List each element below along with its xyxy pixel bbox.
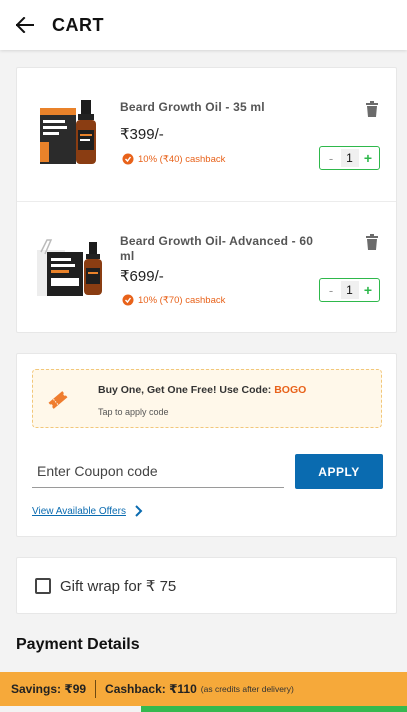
divider	[95, 680, 97, 698]
back-arrow-icon[interactable]	[14, 14, 36, 36]
cashback-info: 10% (₹70) cashback	[122, 294, 225, 306]
gift-wrap-option[interactable]: Gift wrap for ₹ 75	[16, 557, 397, 614]
quantity-value: 1	[340, 149, 359, 167]
payment-details-heading: Payment Details	[16, 636, 140, 653]
increase-quantity-button[interactable]: +	[361, 282, 375, 298]
view-available-offers-link[interactable]: View Available Offers	[32, 505, 144, 517]
product-image	[37, 239, 102, 296]
gift-wrap-checkbox[interactable]	[35, 577, 51, 594]
page-title: CART	[52, 14, 104, 35]
promo-title-text: Buy One, Get One Free! Use Code:	[98, 384, 275, 396]
coupon-ticket-icon	[48, 391, 68, 409]
quantity-stepper: - 1 +	[319, 146, 380, 170]
cashback-info: 10% (₹40) cashback	[122, 153, 225, 165]
decrease-quantity-button[interactable]: -	[324, 283, 338, 298]
cart-item: Beard Growth Oil - 35 ml ₹399/- 10% (₹40…	[17, 68, 396, 201]
promo-offer-banner[interactable]: Buy One, Get One Free! Use Code: BOGO Ta…	[32, 369, 382, 428]
cart-items-card: Beard Growth Oil - 35 ml ₹399/- 10% (₹40…	[16, 67, 397, 333]
promo-title: Buy One, Get One Free! Use Code: BOGO	[98, 384, 306, 396]
trash-icon[interactable]	[365, 101, 379, 117]
cart-item: Beard Growth Oil- Advanced - 60 ml ₹699/…	[17, 201, 396, 334]
coupon-code-input[interactable]	[32, 454, 284, 488]
cashback-badge-icon	[122, 294, 134, 306]
product-price: ₹399/-	[120, 126, 164, 143]
decrease-quantity-button[interactable]: -	[324, 151, 338, 166]
chevron-right-icon	[135, 505, 143, 517]
view-offers-label: View Available Offers	[32, 505, 126, 517]
quantity-stepper: - 1 +	[319, 278, 380, 302]
cashback-text: 10% (₹70) cashback	[138, 294, 226, 306]
header: CART	[0, 0, 407, 50]
product-name[interactable]: Beard Growth Oil- Advanced - 60 ml	[120, 234, 330, 264]
promo-code: BOGO	[274, 384, 307, 396]
credits-note: (as credits after delivery)	[200, 684, 294, 694]
promo-subtitle: Tap to apply code	[98, 407, 169, 417]
cashback-badge-icon	[122, 153, 134, 165]
increase-quantity-button[interactable]: +	[361, 150, 375, 166]
product-image	[40, 100, 96, 164]
cashback-text: 10% (₹40) cashback	[138, 153, 226, 165]
savings-summary-bar: Savings: ₹99 Cashback: ₹110 (as credits …	[0, 672, 407, 706]
savings-text: Savings: ₹99	[11, 682, 87, 696]
product-price: ₹699/-	[120, 268, 164, 285]
trash-icon[interactable]	[365, 234, 379, 250]
apply-coupon-button[interactable]: APPLY	[295, 454, 383, 489]
quantity-value: 1	[340, 281, 359, 299]
offers-card: Buy One, Get One Free! Use Code: BOGO Ta…	[16, 353, 397, 537]
gift-wrap-label: Gift wrap for ₹ 75	[60, 577, 177, 595]
checkout-strip[interactable]	[141, 706, 407, 712]
cashback-total-text: Cashback: ₹110	[105, 682, 197, 696]
product-name[interactable]: Beard Growth Oil - 35 ml	[120, 100, 330, 115]
